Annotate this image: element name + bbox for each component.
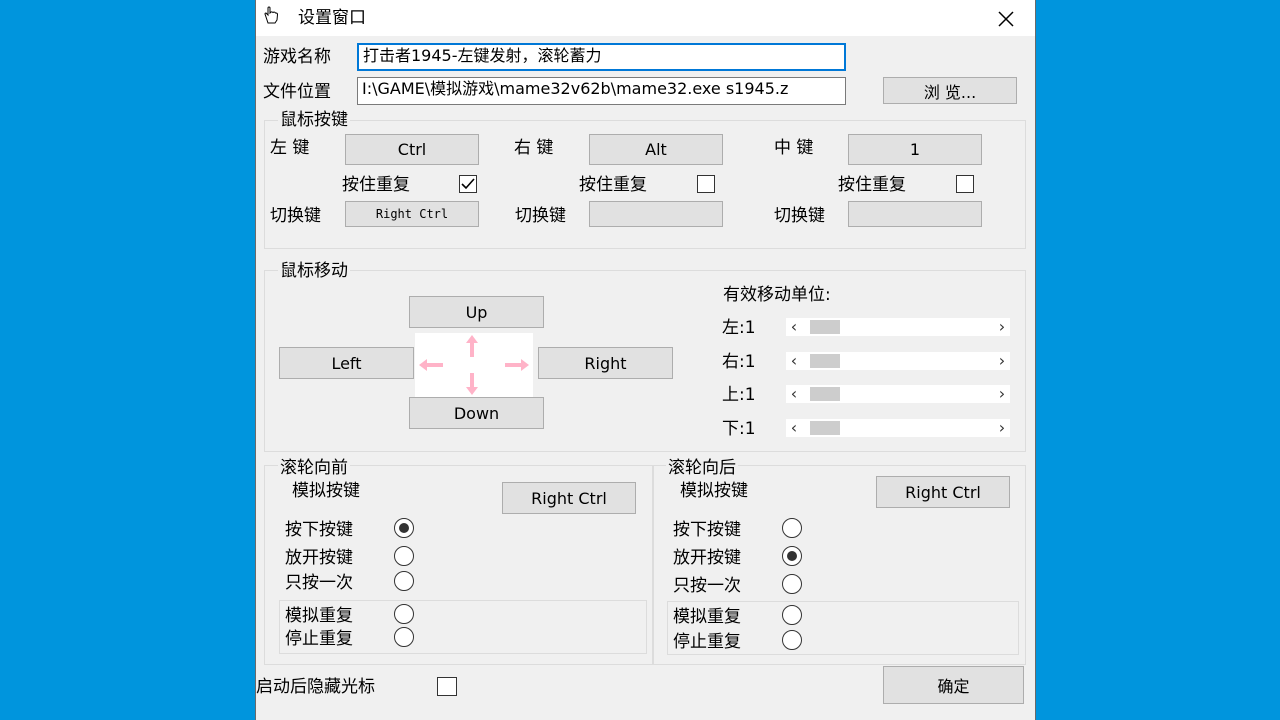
unit-left-slider[interactable]: ‹ › [786, 318, 1010, 336]
unit-up-label: 上:1 [722, 385, 756, 405]
middle-switch-button[interactable] [848, 201, 982, 227]
wheel-back-release-label: 放开按键 [673, 548, 741, 568]
middle-hold-checkbox[interactable] [956, 175, 974, 193]
unit-down-slider[interactable]: ‹ › [786, 419, 1010, 437]
left-switch-label: 切换键 [270, 206, 321, 226]
unit-right-label: 右:1 [722, 352, 756, 372]
unit-left-label: 左:1 [722, 318, 756, 338]
right-key-label: 右 键 [514, 138, 554, 158]
wheel-forward-repeat-radio[interactable] [394, 604, 414, 624]
move-down-button[interactable]: Down [409, 397, 544, 429]
ok-button[interactable]: 确定 [883, 666, 1024, 704]
wheel-forward-key-button[interactable]: Right Ctrl [502, 482, 636, 514]
right-hold-checkbox[interactable] [697, 175, 715, 193]
wheel-back-release-radio[interactable] [782, 546, 802, 566]
right-switch-button[interactable] [589, 201, 723, 227]
wheel-back-sim-label: 模拟按键 [680, 481, 748, 501]
middle-key-label: 中 键 [774, 138, 814, 158]
wheel-back-press-radio[interactable] [782, 518, 802, 538]
move-right-button[interactable]: Right [538, 347, 673, 379]
mouse-keys-legend: 鼠标按键 [278, 110, 350, 130]
scroll-thumb[interactable] [810, 421, 840, 435]
wheel-back-stop-label: 停止重复 [673, 632, 741, 652]
close-icon[interactable] [997, 10, 1015, 28]
left-switch-button[interactable]: Right Ctrl [345, 201, 479, 227]
wheel-forward-release-radio[interactable] [394, 546, 414, 566]
right-hold-label: 按住重复 [579, 175, 647, 195]
title-bar: 设置窗口 [256, 0, 1035, 36]
middle-key-button[interactable]: 1 [848, 134, 982, 165]
scroll-left-icon[interactable]: ‹ [786, 318, 802, 336]
wheel-forward-press-radio[interactable] [394, 518, 414, 538]
left-key-button[interactable]: Ctrl [345, 134, 479, 165]
scroll-left-icon[interactable]: ‹ [786, 419, 802, 437]
wheel-back-stop-radio[interactable] [782, 630, 802, 650]
game-name-input[interactable]: 打击者1945-左键发射，滚轮蓄力 [357, 43, 846, 71]
wheel-back-repeat-label: 模拟重复 [673, 607, 741, 627]
file-path-input[interactable]: I:\GAME\模拟游戏\mame32v62b\mame32.exe s1945… [357, 77, 846, 105]
move-up-button[interactable]: Up [409, 296, 544, 328]
direction-arrows-icon [419, 335, 529, 395]
wheel-back-once-radio[interactable] [782, 574, 802, 594]
wheel-forward-once-radio[interactable] [394, 571, 414, 591]
wheel-back-once-label: 只按一次 [673, 576, 741, 596]
scroll-right-icon[interactable]: › [994, 318, 1010, 336]
mouse-move-legend: 鼠标移动 [278, 261, 350, 281]
scroll-left-icon[interactable]: ‹ [786, 385, 802, 403]
scroll-right-icon[interactable]: › [994, 385, 1010, 403]
file-path-label: 文件位置 [263, 82, 331, 102]
unit-down-label: 下:1 [722, 419, 756, 439]
scroll-right-icon[interactable]: › [994, 352, 1010, 370]
wheel-back-legend: 滚轮向后 [666, 458, 738, 478]
left-hold-checkbox[interactable] [459, 175, 477, 193]
hide-cursor-label: 启动后隐藏光标 [256, 677, 375, 697]
hide-cursor-checkbox[interactable] [437, 677, 457, 696]
window-title: 设置窗口 [298, 8, 366, 28]
scroll-thumb[interactable] [810, 354, 840, 368]
game-name-label: 游戏名称 [263, 47, 331, 67]
move-unit-title: 有效移动单位: [723, 285, 831, 305]
unit-right-slider[interactable]: ‹ › [786, 352, 1010, 370]
left-key-label: 左 键 [270, 138, 310, 158]
wheel-forward-repeat-label: 模拟重复 [285, 606, 353, 626]
right-switch-label: 切换键 [515, 206, 566, 226]
scroll-right-icon[interactable]: › [994, 419, 1010, 437]
right-key-button[interactable]: Alt [589, 134, 723, 165]
wheel-back-repeat-radio[interactable] [782, 605, 802, 625]
checkmark-icon [461, 178, 475, 190]
browse-button[interactable]: 浏 览... [883, 77, 1017, 104]
move-left-button[interactable]: Left [279, 347, 414, 379]
scroll-thumb[interactable] [810, 387, 840, 401]
left-hold-label: 按住重复 [342, 175, 410, 195]
wheel-forward-once-label: 只按一次 [285, 573, 353, 593]
direction-pad [415, 333, 533, 397]
settings-window: 设置窗口 游戏名称 打击者1945-左键发射，滚轮蓄力 文件位置 I:\GAME… [255, 0, 1036, 720]
wheel-back-key-button[interactable]: Right Ctrl [876, 476, 1010, 508]
wheel-back-press-label: 按下按键 [673, 520, 741, 540]
wheel-forward-release-label: 放开按键 [285, 548, 353, 568]
wheel-forward-legend: 滚轮向前 [278, 458, 350, 478]
unit-up-slider[interactable]: ‹ › [786, 385, 1010, 403]
wheel-forward-sim-label: 模拟按键 [292, 481, 360, 501]
scroll-thumb[interactable] [810, 320, 840, 334]
wheel-forward-press-label: 按下按键 [285, 520, 353, 540]
scroll-left-icon[interactable]: ‹ [786, 352, 802, 370]
middle-switch-label: 切换键 [774, 206, 825, 226]
wheel-forward-stop-label: 停止重复 [285, 629, 353, 649]
wheel-forward-stop-radio[interactable] [394, 627, 414, 647]
middle-hold-label: 按住重复 [838, 175, 906, 195]
hand-icon [264, 6, 279, 24]
